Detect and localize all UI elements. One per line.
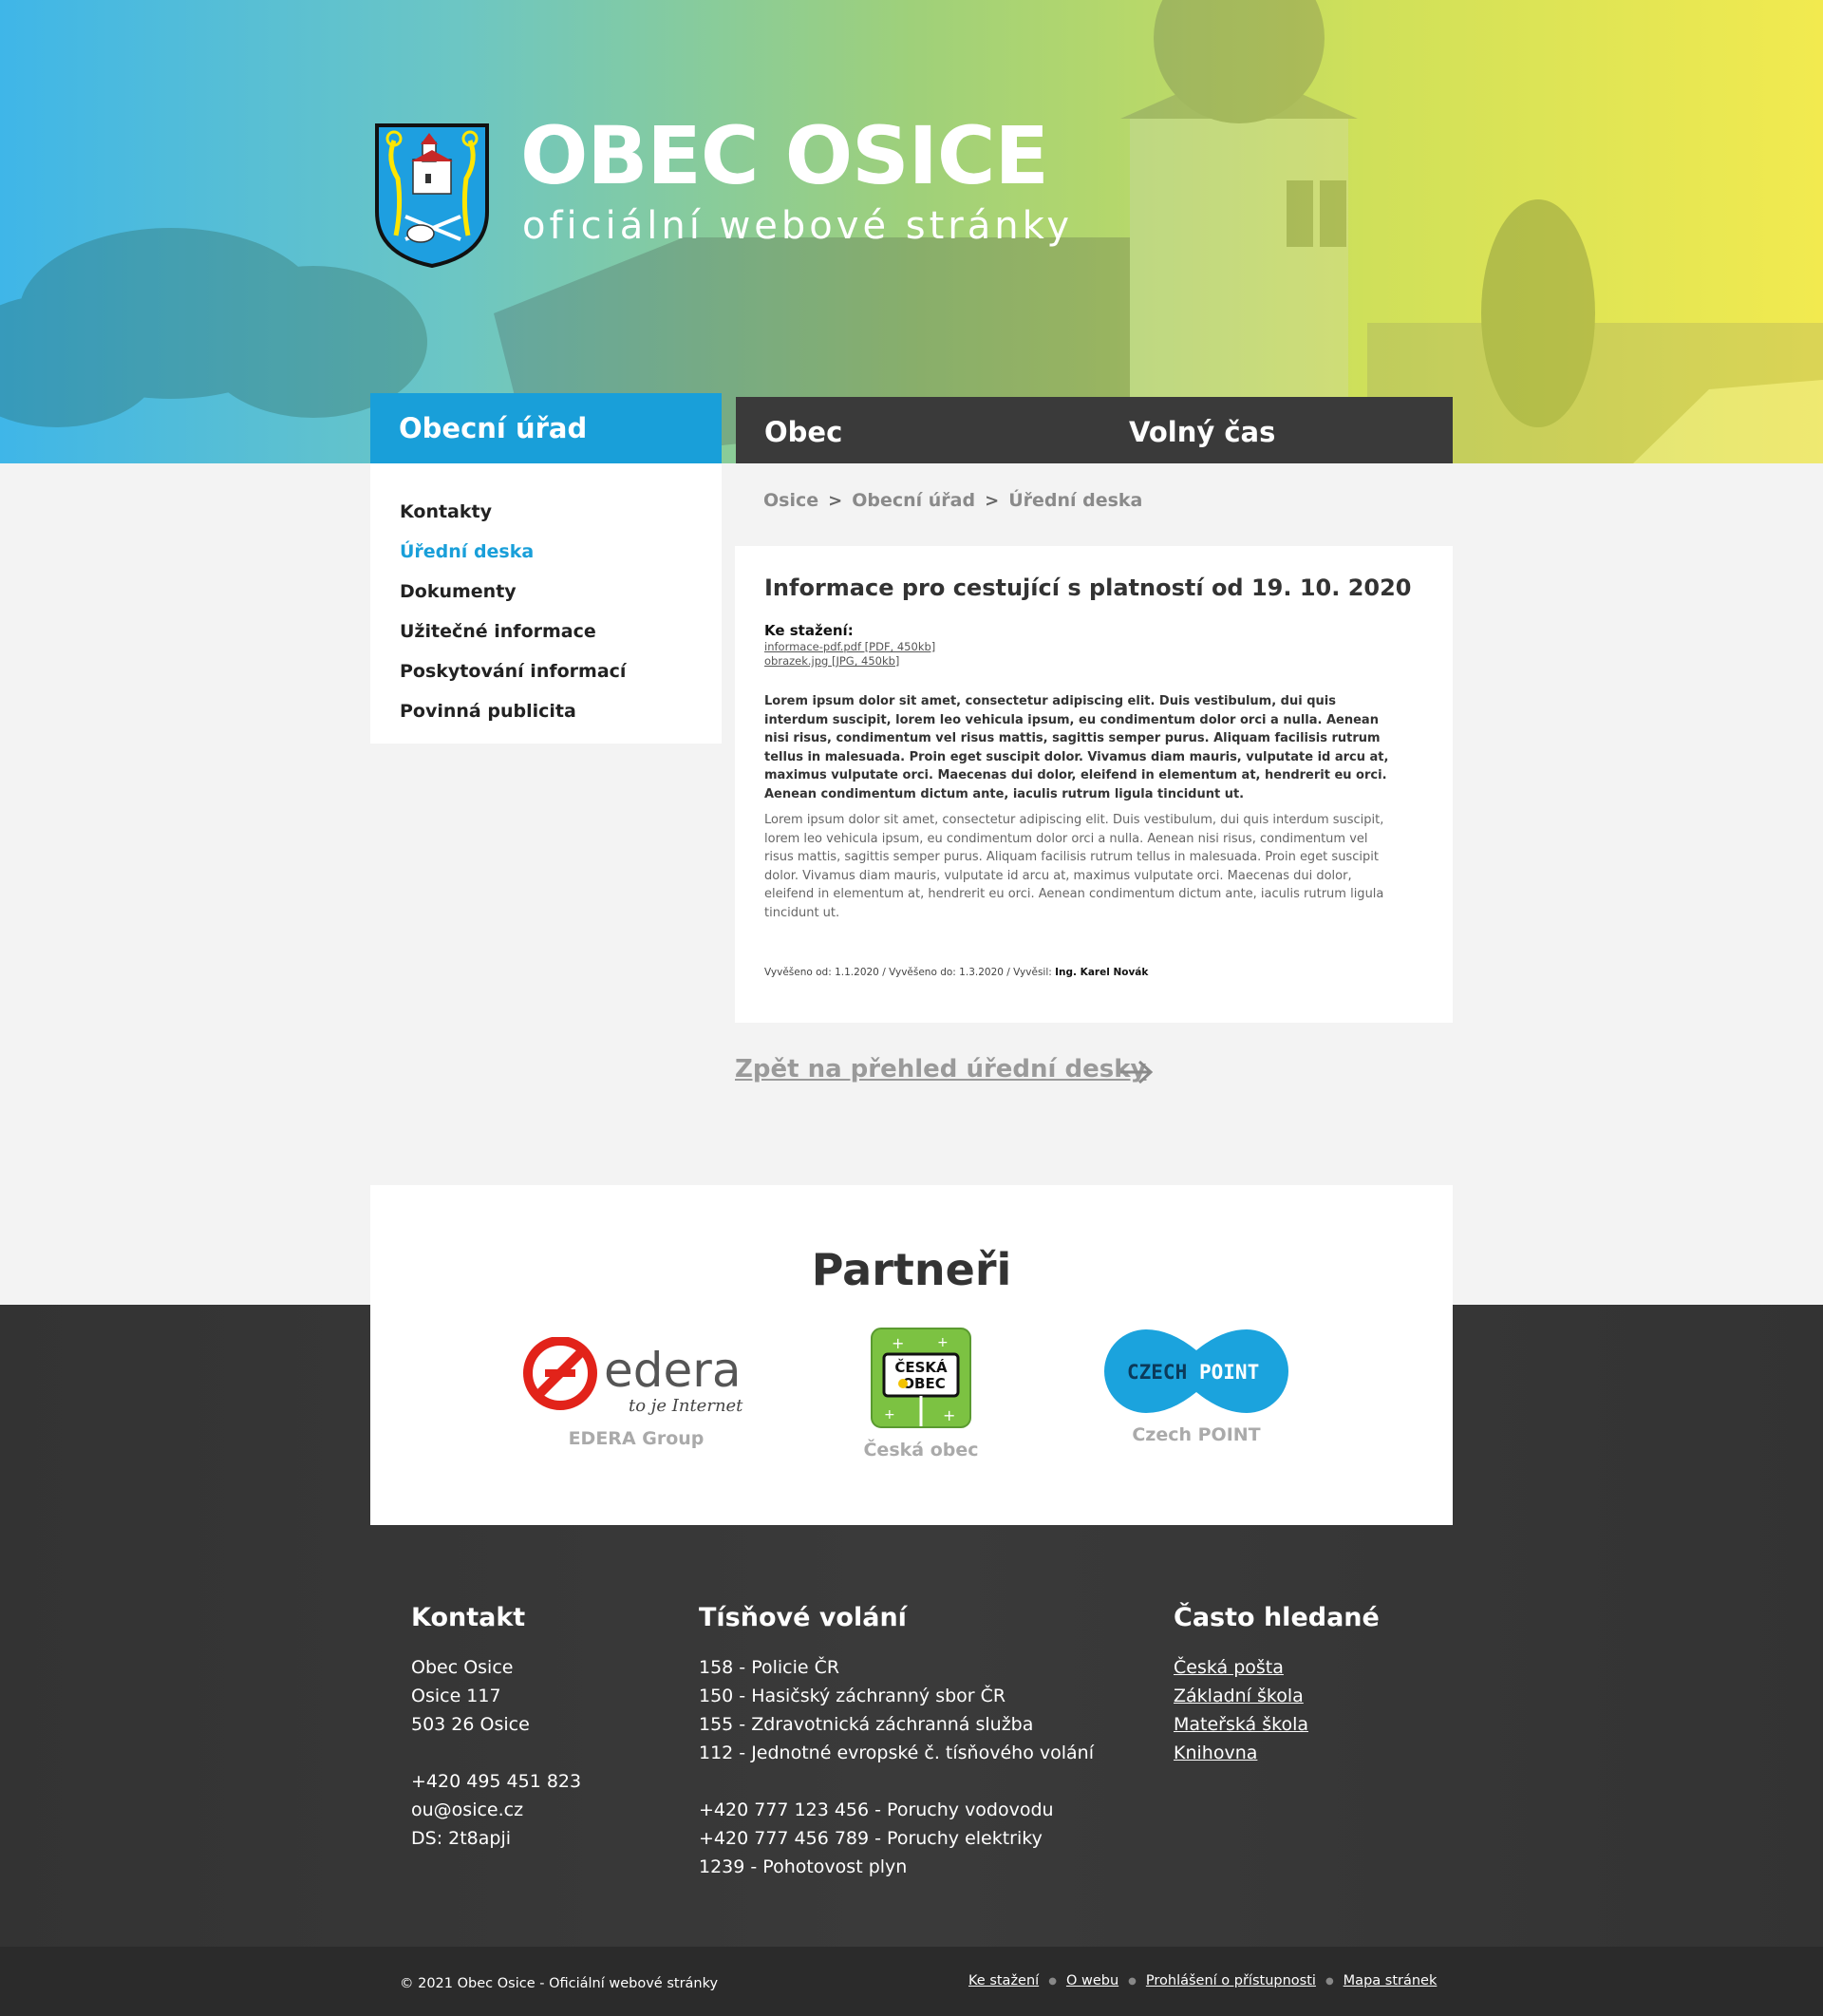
ceska-obec-logo: ČESKÁ OBEC + + + +: [871, 1328, 971, 1428]
bottom-link-mapa-stranek[interactable]: Mapa stránek: [1344, 1973, 1438, 1988]
contact-data-box: DS: 2t8apji: [411, 1828, 512, 1849]
bottom-link-ke-stazeni[interactable]: Ke stažení: [968, 1973, 1039, 1988]
emergency-line: 158 - Policie ČR: [699, 1657, 840, 1678]
emergency-line: 150 - Hasičský záchranný sbor ČR: [699, 1686, 1006, 1706]
czech-point-logo-text-2: POINT: [1199, 1361, 1259, 1384]
chevron-right-icon: >: [985, 490, 1000, 511]
partners-title: Partneři: [811, 1244, 1012, 1295]
separator-dot: ●: [1325, 1975, 1334, 1987]
download-link-pdf[interactable]: informace-pdf.pdf [PDF, 450kb]: [764, 640, 1424, 654]
contact-line: Osice 117: [411, 1686, 501, 1706]
submenu-item-povinna-publicita[interactable]: Povinná publicita: [400, 691, 722, 731]
chevron-right-icon: >: [828, 490, 843, 511]
footer-frequent: Často hledané Česká pošta Základní škola…: [1174, 1603, 1380, 1767]
contact-email[interactable]: ou@osice.cz: [411, 1796, 581, 1824]
article-body: Lorem ipsum dolor sit amet, consectetur …: [764, 813, 1384, 920]
emergency-line: +420 777 456 789 - Poruchy elektriky: [699, 1828, 1043, 1849]
emergency-line: 112 - Jednotné evropské č. tísňového vol…: [699, 1743, 1094, 1763]
footer-emergency-heading: Tísňové volání: [699, 1603, 907, 1632]
footer-contact: Kontakt Obec Osice Osice 117 503 26 Osic…: [411, 1603, 581, 1853]
footer-link-ceska-posta[interactable]: Česká pošta: [1174, 1653, 1380, 1682]
ceska-obec-logo-text-1: ČESKÁ: [894, 1358, 948, 1376]
copyright: © 2021 Obec Osice - Oficiální webové str…: [400, 1976, 719, 1991]
svg-text:+: +: [937, 1335, 949, 1350]
edera-logo-text: edera: [604, 1343, 741, 1398]
contact-phone[interactable]: +420 495 451 823: [411, 1767, 581, 1796]
meta-posted-by: Ing. Karel Novák: [1055, 967, 1149, 978]
footer-link-knihovna[interactable]: Knihovna: [1174, 1739, 1380, 1767]
breadcrumb-item-obecni-urad[interactable]: Obecní úřad: [852, 490, 975, 511]
czech-point-logo-text-1: CZECH: [1127, 1361, 1187, 1384]
footer-link-zakladni-skola[interactable]: Základní škola: [1174, 1682, 1380, 1710]
nav-tab-obec[interactable]: Obec: [736, 397, 1087, 463]
partner-name: EDERA Group: [568, 1428, 705, 1449]
nav-tab-label: Obecní úřad: [399, 412, 588, 444]
emergency-line: 155 - Zdravotnická záchranná služba: [699, 1714, 1034, 1735]
footer-emergency: Tísňové volání 158 - Policie ČR 150 - Ha…: [699, 1603, 1094, 1881]
bottom-bar: [0, 1947, 1823, 2016]
breadcrumb: Osice > Obecní úřad > Úřední deska: [763, 490, 1142, 511]
article-meta: Vyvěšeno od: 1.1.2020 / Vyvěšeno do: 1.3…: [764, 967, 1149, 978]
municipal-coat-of-arms-logo[interactable]: [373, 122, 491, 269]
breadcrumb-item-osice[interactable]: Osice: [763, 490, 818, 511]
svg-text:+: +: [943, 1406, 955, 1424]
submenu-item-poskytovani-informaci[interactable]: Poskytování informací: [400, 651, 722, 691]
article-card: Informace pro cestující s platností od 1…: [735, 546, 1453, 1023]
separator-dot: ●: [1128, 1975, 1137, 1987]
partner-czech-point[interactable]: CZECH POINT Czech POINT: [1092, 1329, 1301, 1445]
partner-edera[interactable]: edera to je Internet EDERA Group: [513, 1336, 760, 1449]
meta-posted-from: Vyvěšeno od: 1.1.2020: [764, 967, 879, 978]
contact-line: Obec Osice: [411, 1657, 514, 1678]
sidebar-submenu: Kontakty Úřední deska Dokumenty Užitečné…: [370, 463, 722, 744]
breadcrumb-item-uredni-deska: Úřední deska: [1008, 490, 1143, 511]
downloads-label: Ke stažení:: [764, 622, 854, 639]
bottom-link-prohlaseni[interactable]: Prohlášení o přístupnosti: [1146, 1973, 1316, 1988]
bottom-link-o-webu[interactable]: O webu: [1066, 1973, 1118, 1988]
submenu-item-uredni-deska[interactable]: Úřední deska: [400, 532, 722, 572]
footer-contact-heading: Kontakt: [411, 1603, 526, 1632]
nav-tab-volny-cas[interactable]: Volný čas: [1087, 397, 1453, 463]
submenu-item-dokumenty[interactable]: Dokumenty: [400, 572, 722, 612]
site-subtitle: oficiální webové stránky: [522, 204, 1074, 248]
bottom-links: Ke stažení ● O webu ● Prohlášení o příst…: [968, 1973, 1437, 1988]
emergency-line: 1239 - Pohotovost plyn: [699, 1856, 908, 1877]
nav-tab-label: Obec: [764, 416, 843, 448]
edera-logo-tagline: to je Internet: [629, 1396, 743, 1416]
meta-posted-by-label: Vyvěsil:: [1013, 967, 1052, 978]
article-title: Informace pro cestující s platností od 1…: [764, 575, 1412, 601]
footer-frequent-heading: Často hledané: [1174, 1603, 1380, 1632]
footer-link-materska-skola[interactable]: Mateřská škola: [1174, 1710, 1380, 1739]
partner-name: Czech POINT: [1132, 1424, 1261, 1445]
contact-line: 503 26 Osice: [411, 1714, 530, 1735]
download-link-jpg[interactable]: obrazek.jpg [JPG, 450kb]: [764, 654, 1424, 669]
partner-ceska-obec[interactable]: ČESKÁ OBEC + + + + Česká obec: [817, 1328, 1025, 1460]
submenu-item-uzitecne-informace[interactable]: Užitečné informace: [400, 612, 722, 651]
partner-name: Česká obec: [863, 1440, 979, 1460]
emergency-line: +420 777 123 456 - Poruchy vodovodu: [699, 1799, 1054, 1820]
svg-text:+: +: [884, 1407, 895, 1423]
back-to-board-link[interactable]: Zpět na přehled úřední desky: [735, 1055, 1146, 1083]
meta-posted-to: Vyvěšeno do: 1.3.2020: [889, 967, 1004, 978]
separator-dot: ●: [1048, 1975, 1057, 1987]
submenu-item-kontakty[interactable]: Kontakty: [400, 492, 722, 532]
nav-tab-label: Volný čas: [1129, 416, 1276, 448]
nav-tab-obecni-urad[interactable]: Obecní úřad: [370, 393, 722, 463]
partners-section: Partneři edera to je Internet EDERA Grou…: [370, 1185, 1453, 1525]
site-title[interactable]: OBEC OSICE: [520, 116, 1049, 196]
svg-text:+: +: [892, 1334, 904, 1352]
ceska-obec-logo-text-2: OBEC: [902, 1375, 945, 1392]
edera-logo: edera to je Internet: [523, 1336, 743, 1416]
article-lead: Lorem ipsum dolor sit amet, consectetur …: [764, 694, 1389, 801]
czech-point-logo: CZECH POINT: [1104, 1329, 1288, 1413]
arrow-right-icon[interactable]: [1118, 1058, 1155, 1086]
